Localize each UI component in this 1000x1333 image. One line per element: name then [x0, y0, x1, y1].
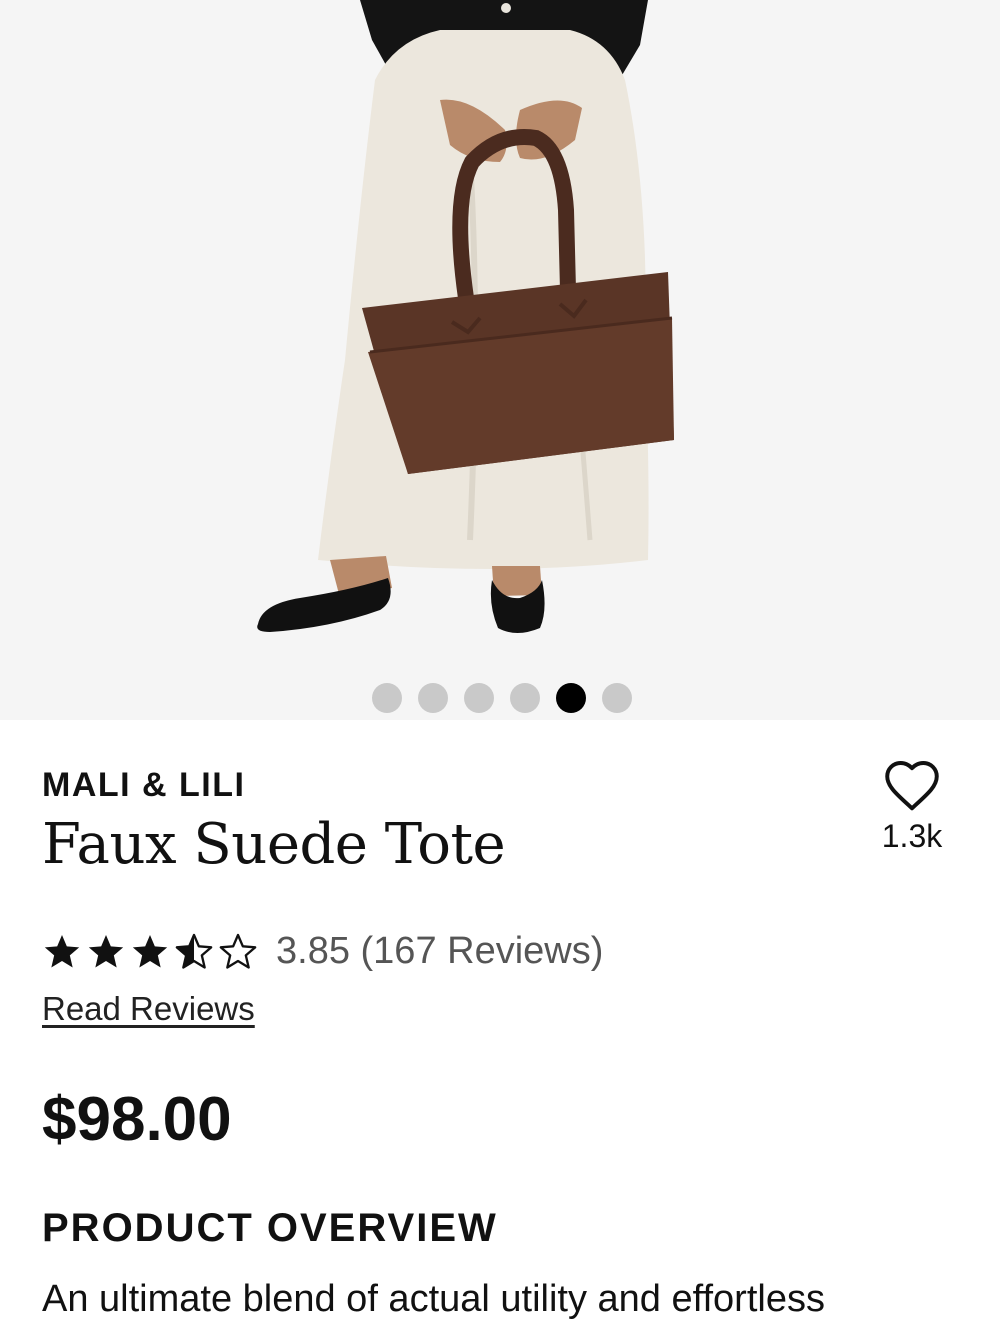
product-brand[interactable]: MALI & LILI [42, 766, 245, 805]
star-filled-icon [132, 934, 168, 967]
rating-stars [42, 932, 258, 972]
star-filled-icon [44, 934, 80, 967]
favorite-button[interactable]: 1.3k [872, 760, 952, 855]
carousel-dot-3[interactable] [464, 683, 494, 713]
carousel-dot-5-active[interactable] [556, 683, 586, 713]
favorites-count: 1.3k [881, 818, 943, 854]
carousel-dot-2[interactable] [418, 683, 448, 713]
product-title: Faux Suede Tote [42, 812, 506, 877]
star-filled-icon [88, 934, 124, 967]
rating-summary: 3.85 (167 Reviews) [276, 930, 604, 972]
carousel-dot-4[interactable] [510, 683, 540, 713]
carousel-dot-1[interactable] [372, 683, 402, 713]
product-overview-heading[interactable]: PRODUCT OVERVIEW [42, 1206, 498, 1251]
product-overview-text: An ultimate blend of actual utility and … [42, 1278, 825, 1320]
product-rating: 3.85 (167 Reviews) [42, 930, 603, 973]
carousel-pagination [0, 683, 1000, 713]
star-half-icon [175, 933, 213, 969]
product-image-carousel[interactable] [0, 0, 1000, 720]
read-reviews-link[interactable]: Read Reviews [42, 990, 255, 1028]
product-photo [257, 0, 674, 633]
product-price: $98.00 [42, 1085, 232, 1154]
star-outline-icon [219, 933, 257, 969]
heart-outline-icon [885, 760, 939, 811]
carousel-dot-6[interactable] [602, 683, 632, 713]
product-page: MALI & LILI Faux Suede Tote 1.3k 3.85 (1… [0, 0, 1000, 1333]
